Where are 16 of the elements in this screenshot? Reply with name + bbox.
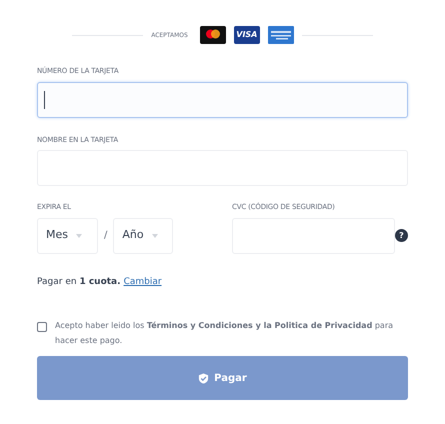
terms-checkbox[interactable] bbox=[37, 322, 47, 332]
card-logo-icon bbox=[200, 26, 226, 44]
caret-icon bbox=[76, 234, 82, 238]
visa-logo: VISA bbox=[234, 26, 260, 44]
shield-check-icon bbox=[198, 372, 210, 384]
installments-text: Pagar en 1 cuota. bbox=[37, 276, 121, 288]
card-logo-icon bbox=[268, 26, 294, 44]
caret-icon bbox=[152, 234, 158, 238]
change-link[interactable]: Cambiar bbox=[124, 276, 162, 289]
date-separator: / bbox=[104, 229, 108, 243]
month-select[interactable]: Mes bbox=[37, 218, 98, 254]
terms-text: Acepto haber leido los Términos y Condiciones y la Politica de Privacidad para hacer este pago. bbox=[55, 320, 394, 347]
help-button[interactable]: ? bbox=[395, 229, 408, 242]
year-select[interactable]: Año bbox=[113, 218, 174, 254]
card-number-field[interactable] bbox=[37, 82, 408, 118]
cvc-field[interactable] bbox=[232, 218, 395, 254]
